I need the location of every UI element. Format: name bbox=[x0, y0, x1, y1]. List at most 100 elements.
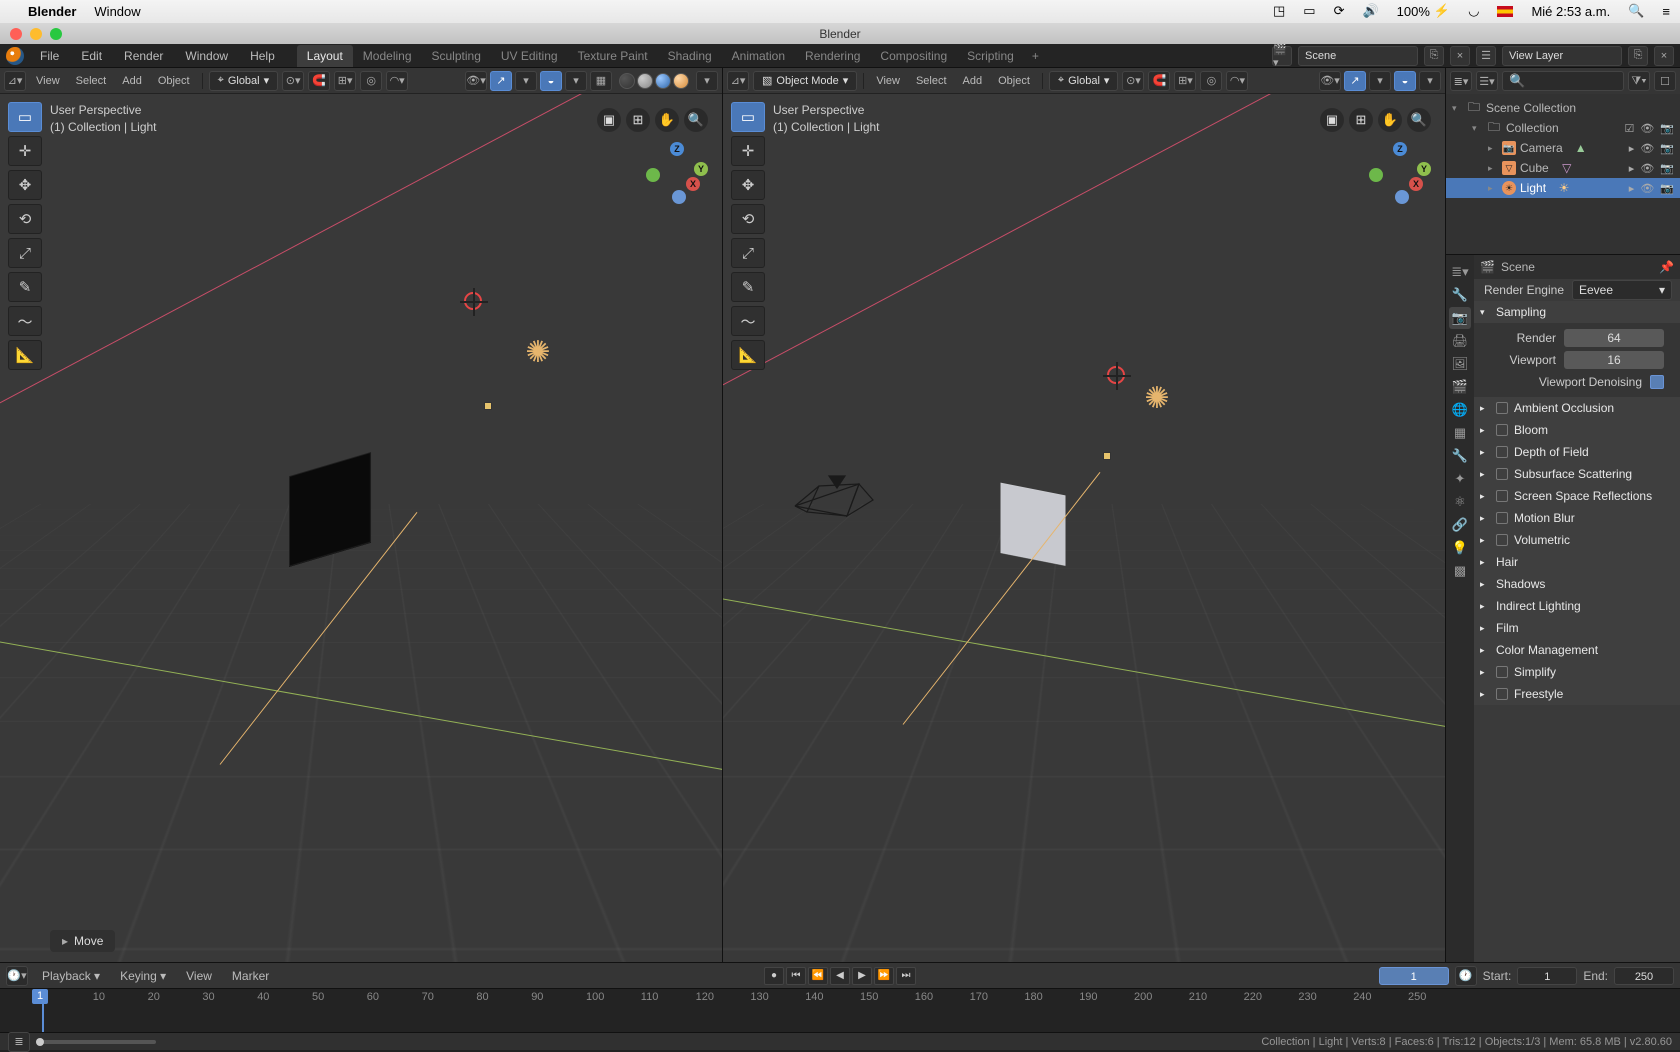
shading-options[interactable]: ▾ bbox=[696, 71, 718, 91]
disable-render-icon[interactable]: 📷 bbox=[1660, 142, 1674, 155]
tool-transform[interactable]: ✎ bbox=[8, 272, 42, 302]
workspace-texturepaint[interactable]: Texture Paint bbox=[568, 45, 658, 67]
workspace-scripting[interactable]: Scripting bbox=[957, 45, 1024, 67]
tool-scale[interactable]: ⤢ bbox=[8, 238, 42, 268]
snap-toggle[interactable]: 🧲 bbox=[308, 71, 330, 91]
traffic-minimize[interactable] bbox=[30, 28, 42, 40]
snap-options[interactable]: ⊞▾ bbox=[1174, 71, 1196, 91]
shading-rendered[interactable] bbox=[673, 73, 689, 89]
panel-volumetric[interactable]: ▸Volumetric bbox=[1474, 529, 1680, 551]
header-add[interactable]: Add bbox=[957, 75, 989, 87]
cube-object[interactable] bbox=[983, 489, 1083, 589]
halo-pan-icon[interactable]: ✋ bbox=[655, 108, 679, 132]
header-object[interactable]: Object bbox=[992, 75, 1036, 87]
sampling-render-field[interactable]: 64 bbox=[1564, 329, 1664, 347]
halo-zoom-icon[interactable]: 🔍 bbox=[684, 108, 708, 132]
timeline-ruler[interactable]: 0102030405060708090100110120130140150160… bbox=[0, 988, 1680, 1032]
proptab-constraint[interactable]: 🔗 bbox=[1449, 514, 1471, 536]
snap-toggle[interactable]: 🧲 bbox=[1148, 71, 1170, 91]
selectable-icon[interactable]: ▸ bbox=[1629, 162, 1635, 175]
viewlayer-browse[interactable]: ☰ bbox=[1476, 46, 1496, 66]
proptab-world[interactable]: 🌐 bbox=[1449, 399, 1471, 421]
playhead[interactable]: 1 bbox=[42, 989, 44, 1032]
scene-name-field[interactable]: Scene bbox=[1298, 46, 1418, 66]
proptab-scene[interactable]: 🎬 bbox=[1449, 376, 1471, 398]
statusitem-icon[interactable]: ◳ bbox=[1273, 3, 1285, 19]
panel-sampling-header[interactable]: ▾Sampling bbox=[1474, 301, 1680, 323]
prev-keyframe[interactable]: ⏪ bbox=[808, 967, 828, 985]
outliner-editor-type[interactable]: ≣▾ bbox=[1450, 71, 1472, 91]
jump-end[interactable]: ⏭ bbox=[896, 967, 916, 985]
overlay-options[interactable]: ▾ bbox=[1419, 71, 1441, 91]
tool-measure[interactable]: 📐 bbox=[8, 340, 42, 370]
battery-indicator[interactable]: 100% ⚡ bbox=[1397, 3, 1450, 19]
outliner-item-cube[interactable]: ▸▽Cube ▽ ▸👁📷 bbox=[1446, 158, 1680, 178]
pin-icon[interactable]: 📌 bbox=[1659, 260, 1674, 274]
outliner-item-camera[interactable]: ▸📷Camera ▲ ▸👁📷 bbox=[1446, 138, 1680, 158]
spotlight-icon[interactable]: 🔍 bbox=[1628, 3, 1644, 19]
panel-ambient-occlusion[interactable]: ▸Ambient Occlusion bbox=[1474, 397, 1680, 419]
menu-edit[interactable]: Edit bbox=[71, 47, 112, 65]
menu-file[interactable]: File bbox=[30, 47, 69, 65]
viewport-canvas-left[interactable]: User Perspective (1) Collection | Light … bbox=[0, 94, 722, 962]
proptab-modifier[interactable]: 🔧 bbox=[1449, 445, 1471, 467]
light-object[interactable]: ✺ bbox=[518, 332, 558, 372]
visibility-options[interactable]: 👁▾ bbox=[465, 71, 487, 91]
panel-bloom[interactable]: ▸Bloom bbox=[1474, 419, 1680, 441]
tool-annotate[interactable]: ～ bbox=[8, 306, 42, 336]
selectable-icon[interactable]: ▸ bbox=[1629, 142, 1635, 155]
header-add[interactable]: Add bbox=[116, 75, 148, 87]
halo-grid-icon[interactable]: ⊞ bbox=[1349, 108, 1373, 132]
tool-transform[interactable]: ✎ bbox=[731, 272, 765, 302]
render-engine-select[interactable]: Eevee▾ bbox=[1572, 280, 1672, 300]
shading-lookdev[interactable] bbox=[655, 73, 671, 89]
camera-object[interactable] bbox=[789, 476, 879, 526]
outliner-display-mode[interactable]: ☰▾ bbox=[1476, 71, 1498, 91]
workspace-uv[interactable]: UV Editing bbox=[491, 45, 568, 67]
outliner-filter[interactable]: ⧩▾ bbox=[1628, 71, 1650, 91]
traffic-close[interactable] bbox=[10, 28, 22, 40]
panel-shadows[interactable]: ▸Shadows bbox=[1474, 573, 1680, 595]
panel-subsurface-scattering[interactable]: ▸Subsurface Scattering bbox=[1474, 463, 1680, 485]
gizmo-options[interactable]: ▾ bbox=[1369, 71, 1391, 91]
disable-render-icon[interactable]: 📷 bbox=[1660, 182, 1674, 195]
selectable-icon[interactable]: ▸ bbox=[1629, 182, 1635, 195]
header-select[interactable]: Select bbox=[910, 75, 953, 87]
overlay-options[interactable]: ▾ bbox=[565, 71, 587, 91]
scene-browse[interactable]: 🎬▾ bbox=[1272, 46, 1292, 66]
wifi-icon[interactable]: ◡ bbox=[1468, 3, 1479, 19]
header-select[interactable]: Select bbox=[70, 75, 113, 87]
proptab-data[interactable]: 💡 bbox=[1449, 537, 1471, 559]
menu-extras-icon[interactable]: ≡ bbox=[1662, 4, 1670, 19]
tool-scale[interactable]: ⤢ bbox=[731, 238, 765, 268]
header-view[interactable]: View bbox=[30, 75, 66, 87]
blender-logo-icon[interactable] bbox=[6, 47, 24, 65]
statusbar-slider[interactable] bbox=[36, 1040, 156, 1044]
cube-object[interactable] bbox=[280, 464, 380, 564]
tool-measure[interactable]: 📐 bbox=[731, 340, 765, 370]
panel-depth-of-field[interactable]: ▸Depth of Field bbox=[1474, 441, 1680, 463]
outliner-scene-collection[interactable]: ▾🗀Scene Collection bbox=[1446, 98, 1680, 118]
outliner-search[interactable]: 🔍 bbox=[1502, 71, 1624, 91]
overlay-toggle[interactable]: ◒ bbox=[540, 71, 562, 91]
timeline-editor-type[interactable]: 🕐▾ bbox=[6, 966, 28, 986]
timeline-view[interactable]: View bbox=[180, 969, 218, 983]
visibility-options[interactable]: 👁▾ bbox=[1319, 71, 1341, 91]
gizmo-toggle[interactable]: ↗ bbox=[490, 71, 512, 91]
menubar-app[interactable]: Blender bbox=[28, 4, 76, 19]
proptab-object[interactable]: ▦ bbox=[1449, 422, 1471, 444]
panel-film[interactable]: ▸Film bbox=[1474, 617, 1680, 639]
proptab-output[interactable]: 🖨 bbox=[1449, 330, 1471, 352]
hide-icon[interactable]: 👁 bbox=[1640, 182, 1654, 195]
workspace-compositing[interactable]: Compositing bbox=[870, 45, 957, 67]
tool-select[interactable]: ▭ bbox=[8, 102, 42, 132]
disable-render-icon[interactable]: 📷 bbox=[1660, 122, 1674, 135]
proportional-falloff[interactable]: ◠▾ bbox=[1226, 71, 1248, 91]
transform-orientation[interactable]: ⌖ Global ▾ bbox=[209, 71, 279, 91]
gizmo-toggle[interactable]: ↗ bbox=[1344, 71, 1366, 91]
workspace-animation[interactable]: Animation bbox=[722, 45, 795, 67]
gizmo-options[interactable]: ▾ bbox=[515, 71, 537, 91]
hide-icon[interactable]: 👁 bbox=[1640, 142, 1654, 155]
halo-zoom-icon[interactable]: 🔍 bbox=[1407, 108, 1431, 132]
panel-freestyle[interactable]: ▸Freestyle bbox=[1474, 683, 1680, 705]
